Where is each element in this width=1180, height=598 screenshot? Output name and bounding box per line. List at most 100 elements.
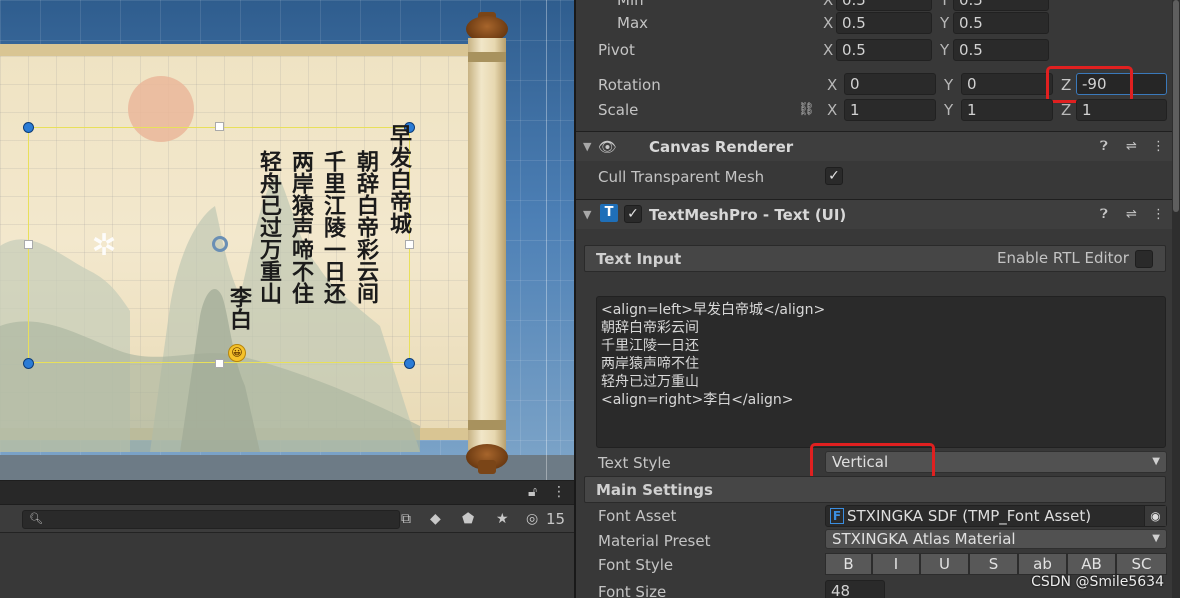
textmeshpro-icon: T: [600, 204, 618, 222]
more-menu-icon[interactable]: ⋮: [552, 484, 566, 500]
anchor-icon[interactable]: ✲: [88, 230, 120, 262]
fold-arrow-icon[interactable]: ▼: [583, 205, 591, 225]
poem-line-3: 两岸猿声啼不住: [288, 150, 314, 304]
text-input-field[interactable]: <align=left>早发白帝城</align> 朝辞白帝彩云间 千里江陵一日…: [596, 296, 1166, 448]
main-settings-section: Main Settings: [584, 476, 1166, 503]
scene-view[interactable]: ✲ 早发白帝城 朝辞白帝彩云间 千里江陵一日还 两岸猿声啼不住 轻舟已过万重山 …: [0, 0, 574, 480]
hidden-eye-icon[interactable]: ◎: [526, 510, 538, 528]
tmp-enabled-checkbox[interactable]: ✓: [624, 205, 642, 223]
search-input[interactable]: 🔍︎: [22, 510, 400, 529]
font-size-label: Font Size: [598, 583, 667, 598]
canvas-renderer-title: Canvas Renderer: [649, 138, 794, 156]
pivot-y-field[interactable]: 0.5: [953, 39, 1049, 61]
pivot-icon[interactable]: [212, 236, 228, 252]
constrain-proportions-icon[interactable]: ⛓: [798, 100, 815, 120]
fold-arrow-icon[interactable]: ▼: [583, 137, 591, 157]
material-preset-dropdown[interactable]: STXINGKA Atlas Material ▼: [825, 529, 1167, 549]
favorites-star-icon[interactable]: ★: [496, 510, 509, 528]
font-asset-icon: F: [830, 508, 844, 524]
presets-icon[interactable]: ⇌: [1126, 205, 1137, 225]
canvas-renderer-header[interactable]: ▼ 👁︎ Canvas Renderer ❓︎ ⇌ ⋮: [576, 131, 1172, 161]
font-asset-field[interactable]: F STXINGKA SDF (TMP_Font Asset) ◉: [825, 505, 1167, 527]
font-size-field[interactable]: 48: [825, 580, 885, 598]
help-icon[interactable]: ❓︎: [1100, 137, 1108, 157]
chevron-down-icon: ▼: [1152, 456, 1160, 467]
text-input-section: Text Input Enable RTL Editor: [584, 245, 1166, 272]
pivot-label: Pivot: [598, 41, 635, 59]
anchor-min-y-field[interactable]: 0.5: [953, 0, 1049, 11]
rect-handle-bottom[interactable]: [215, 359, 224, 368]
font-style-italic-button[interactable]: I: [872, 553, 920, 575]
inspector-panel: Min X 0.5 Y 0.5 Max X 0.5 Y 0.5 Pivot X …: [576, 0, 1180, 598]
chevron-down-icon: ▼: [1152, 533, 1160, 544]
anchor-max-x-field[interactable]: 0.5: [836, 12, 932, 34]
rotation-y-field[interactable]: 0: [961, 73, 1053, 95]
scale-y-field[interactable]: 1: [961, 99, 1053, 121]
poem-line-1: 朝辞白帝彩云间: [353, 150, 379, 304]
presets-icon[interactable]: ⇌: [1126, 137, 1137, 157]
poem-line-2: 千里江陵一日还: [320, 150, 346, 304]
object-picker-icon[interactable]: ◉: [1144, 506, 1166, 526]
scene-guide-line: [546, 0, 547, 480]
filter-by-label-icon[interactable]: ⬟: [462, 510, 474, 528]
help-icon[interactable]: ❓︎: [1100, 205, 1108, 225]
scale-z-field[interactable]: 1: [1076, 99, 1167, 121]
text-line: <align=right>李白</align>: [601, 392, 794, 408]
inspector-scrollbar[interactable]: [1172, 0, 1180, 598]
anchor-min-y-axis: Y: [940, 0, 950, 9]
material-preset-label: Material Preset: [598, 532, 711, 550]
poem-author: 李白: [226, 286, 252, 330]
scale-z-axis: Z: [1061, 101, 1072, 119]
cull-transparent-mesh-checkbox[interactable]: ✓: [825, 167, 843, 185]
roller-band-top: [468, 52, 506, 62]
search-options-icon[interactable]: ⧉: [401, 510, 411, 528]
cull-transparent-mesh-label: Cull Transparent Mesh: [598, 168, 765, 186]
watermark: CSDN @Smile5634: [1031, 574, 1164, 590]
rect-handle-bottom-left[interactable]: [23, 358, 34, 369]
anchor-max-y-axis: Y: [940, 14, 950, 32]
rect-handle-right[interactable]: [405, 240, 414, 249]
anchor-min-x-field[interactable]: 0.5: [836, 0, 932, 11]
rect-handle-top-left[interactable]: [23, 122, 34, 133]
tmp-header[interactable]: ▼ T ✓ TextMeshPro - Text (UI) ❓︎ ⇌ ⋮: [576, 199, 1172, 229]
font-style-smallcaps-button[interactable]: SC: [1116, 553, 1167, 575]
text-line: 轻舟已过万重山: [601, 374, 699, 390]
text-input-label: Text Input: [596, 250, 682, 268]
pivot-x-axis: X: [823, 41, 834, 59]
scrollbar-thumb[interactable]: [1173, 0, 1179, 212]
panel-toolbar: 🔍︎ ⧉ ◆ ⬟ ★ ◎ 15: [0, 505, 574, 533]
font-style-uppercase-button[interactable]: AB: [1067, 553, 1116, 575]
filter-by-type-icon[interactable]: ◆: [430, 510, 441, 528]
font-style-lowercase-button[interactable]: ab: [1018, 553, 1067, 575]
eye-icon: 👁︎: [598, 138, 618, 156]
scale-x-field[interactable]: 1: [844, 99, 936, 121]
anchor-max-y-field[interactable]: 0.5: [953, 12, 1049, 34]
anchor-min-label: Min: [617, 0, 644, 9]
scale-label: Scale: [598, 101, 639, 119]
text-line: 朝辞白帝彩云间: [601, 320, 699, 336]
font-asset-label: Font Asset: [598, 507, 677, 525]
search-icon: 🔍︎: [29, 512, 43, 525]
rect-handle-left[interactable]: [24, 240, 33, 249]
scale-y-axis: Y: [944, 101, 954, 119]
poem-line-4: 轻舟已过万重山: [256, 150, 282, 304]
anchor-max-x-axis: X: [823, 14, 834, 32]
font-style-strikethrough-button[interactable]: S: [969, 553, 1018, 575]
scroll-roller: [458, 12, 516, 474]
lock-icon[interactable]: 🔓︎: [528, 484, 537, 500]
rtl-editor-checkbox[interactable]: [1135, 250, 1153, 268]
anchor-min-x-axis: X: [823, 0, 834, 9]
font-style-underline-button[interactable]: U: [920, 553, 969, 575]
rect-handle-top[interactable]: [215, 122, 224, 131]
rotation-z-highlight: [1046, 66, 1133, 103]
rotation-x-field[interactable]: 0: [844, 73, 936, 95]
rect-handle-bottom-right[interactable]: [404, 358, 415, 369]
component-menu-icon[interactable]: ⋮: [1152, 205, 1165, 225]
font-style-label: Font Style: [598, 556, 674, 574]
pivot-x-field[interactable]: 0.5: [836, 39, 932, 61]
rtl-editor-label: Enable RTL Editor: [997, 249, 1129, 267]
rotation-label: Rotation: [598, 76, 661, 94]
font-style-bold-button[interactable]: B: [825, 553, 872, 575]
component-menu-icon[interactable]: ⋮: [1152, 137, 1165, 157]
scale-x-axis: X: [827, 101, 838, 119]
